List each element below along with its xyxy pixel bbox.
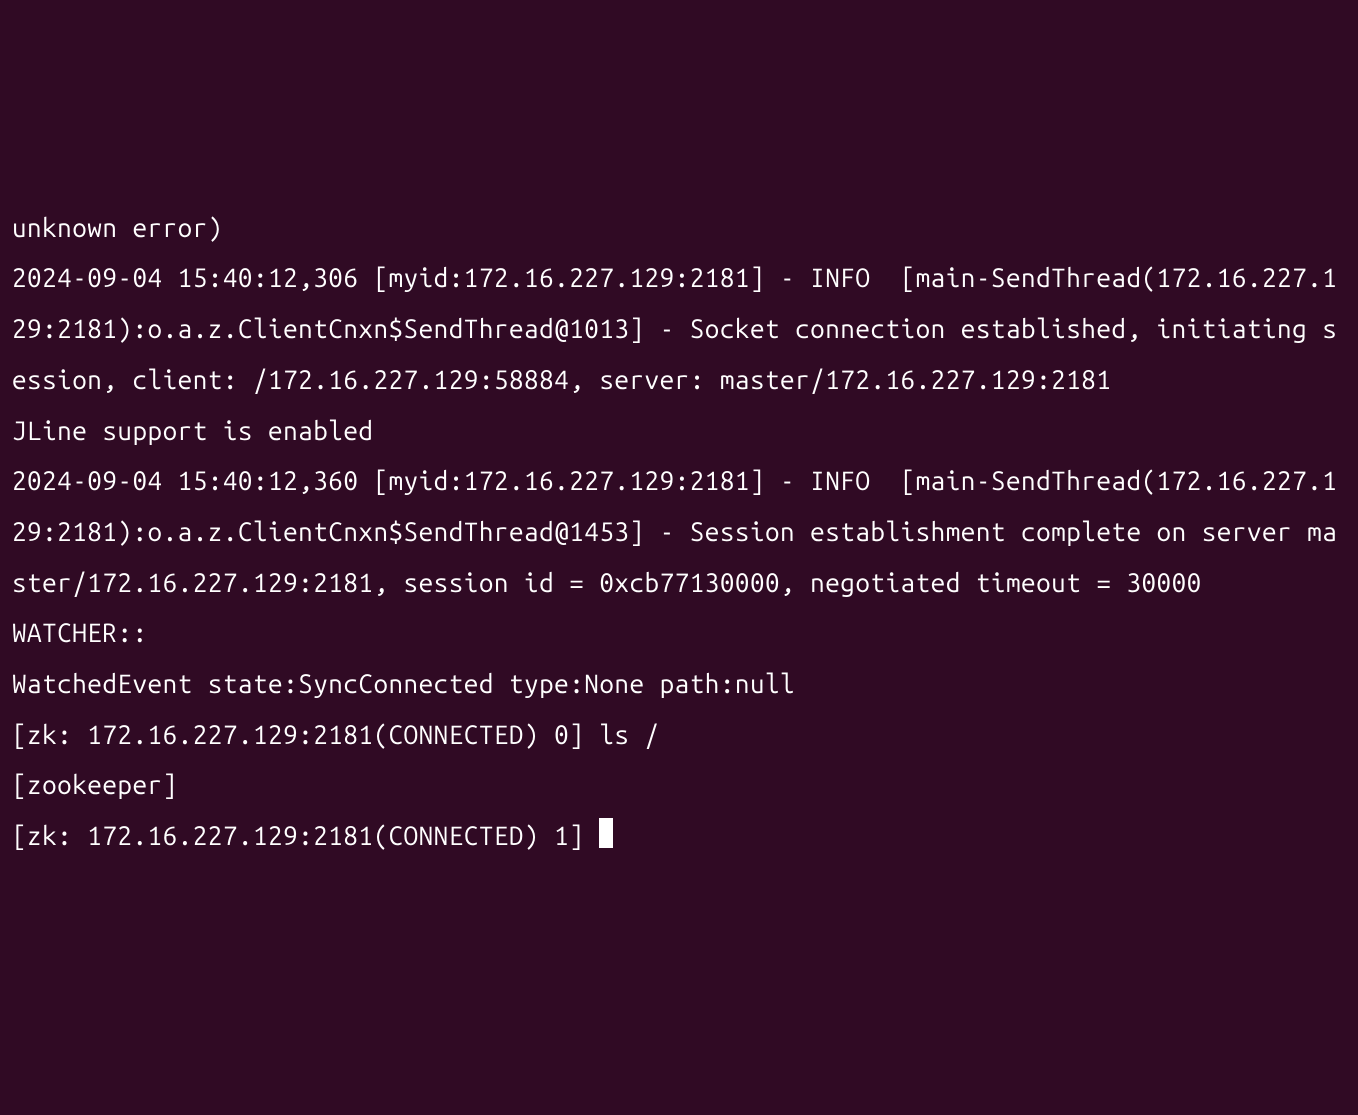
terminal-line: JLine support is enabled	[12, 406, 1346, 457]
terminal-line: 2024-09-04 15:40:12,360 [myid:172.16.227…	[12, 456, 1346, 608]
terminal-line: unknown error)	[12, 203, 1346, 254]
terminal-prompt[interactable]: [zk: 172.16.227.129:2181(CONNECTED) 1]	[12, 821, 599, 850]
terminal-line: 2024-09-04 15:40:12,306 [myid:172.16.227…	[12, 253, 1346, 405]
terminal-line: WatchedEvent state:SyncConnected type:No…	[12, 659, 1346, 710]
cursor-icon	[599, 818, 613, 848]
terminal-line: [zk: 172.16.227.129:2181(CONNECTED) 0] l…	[12, 710, 1346, 761]
terminal-line: [zookeeper]	[12, 760, 1346, 811]
terminal-line: WATCHER::	[12, 608, 1346, 659]
terminal-output[interactable]: unknown error)2024-09-04 15:40:12,306 [m…	[12, 203, 1346, 862]
